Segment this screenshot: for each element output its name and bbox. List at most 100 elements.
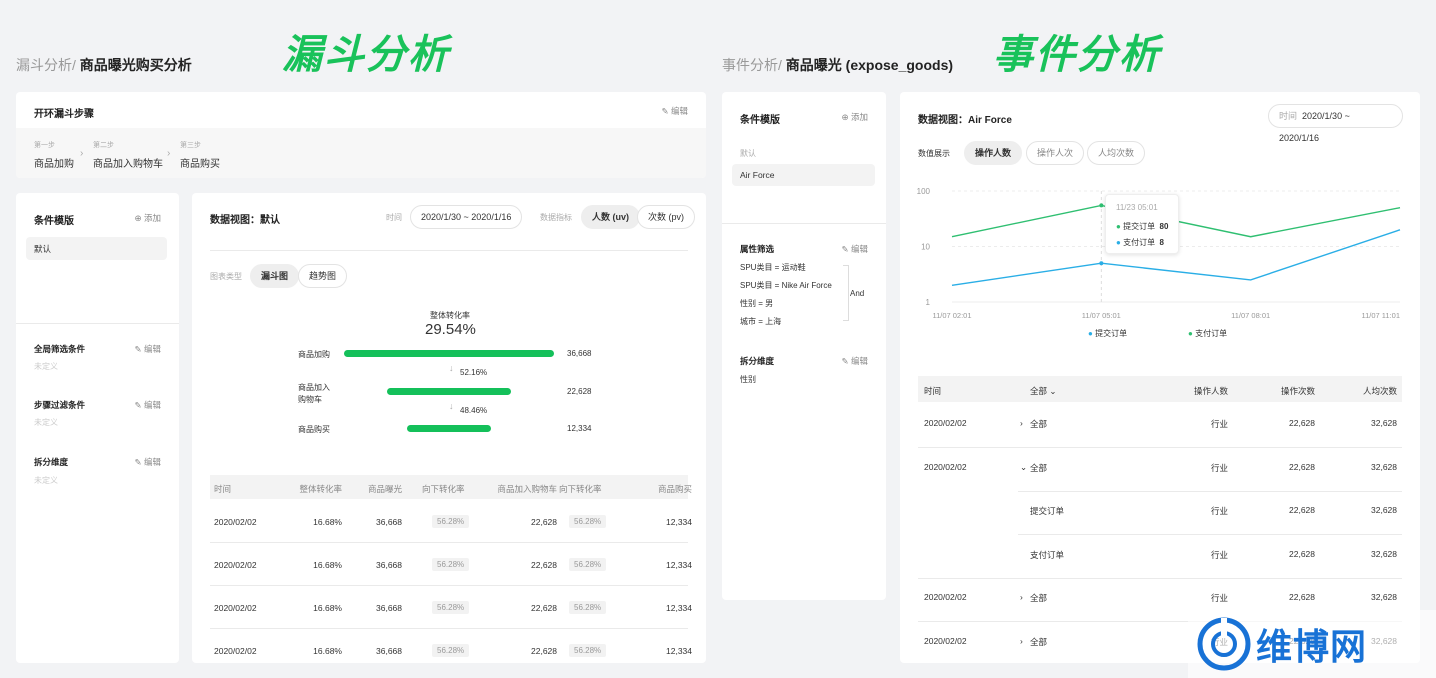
table-cell: 16.68%: [313, 646, 342, 656]
chevron-right-icon: ›: [1020, 592, 1023, 602]
table-cell: 36,668: [376, 603, 402, 613]
split-dimension-edit[interactable]: ✎ 编辑: [134, 456, 161, 468]
global-filter-edit[interactable]: ✎ 编辑: [134, 343, 161, 355]
and-toggle[interactable]: And: [850, 289, 864, 298]
time-range-picker[interactable]: 时间 2020/1/30 ~ 2020/1/16: [1268, 104, 1403, 143]
right-sidebar: 条件模版 ⊕ 添加 默认 Air Force 属性筛选 ✎ 编辑 SPU类目 =…: [722, 92, 886, 600]
breadcrumb-parent[interactable]: 漏斗分析/: [16, 57, 76, 73]
divider: [210, 250, 688, 251]
table-cell: 提交订单: [1030, 506, 1065, 516]
table-cell: 2020/02/02: [214, 560, 257, 570]
table-cell: 行业: [1210, 462, 1228, 473]
step-filter-edit[interactable]: ✎ 编辑: [134, 399, 161, 411]
chevron-right-icon: ›: [1020, 635, 1023, 646]
step-1[interactable]: 第一步 商品加购: [34, 140, 74, 170]
chart-type-trend[interactable]: 趋势图: [298, 264, 348, 288]
metric-uv-button[interactable]: 人数 (uv): [581, 205, 640, 229]
table-cell: 时间: [214, 484, 232, 494]
metric-label: 数据指标: [540, 213, 572, 222]
table-row[interactable]: [918, 535, 1402, 578]
template-selected-item[interactable]: Air Force: [732, 164, 875, 186]
tab-operations[interactable]: 操作人次: [1026, 141, 1085, 165]
table-cell: 16.68%: [313, 560, 342, 570]
plus-circle-icon: ⊕: [134, 213, 142, 223]
funnel-label: 商品加购: [298, 350, 330, 359]
chevron-down-icon: ⌄: [1020, 461, 1028, 472]
rate-chip: 56.28%: [432, 558, 470, 571]
legend-item[interactable]: ● 提交订单: [1088, 328, 1127, 339]
template-title: 条件模版: [34, 216, 74, 227]
hover-point: [1099, 261, 1104, 266]
time-range-picker[interactable]: 2020/1/30 ~ 2020/1/16: [410, 205, 523, 229]
table-cell: 12,334: [666, 560, 692, 570]
template-add-button[interactable]: ⊕ 添加: [841, 111, 868, 123]
funnel-bar: [407, 425, 491, 432]
table-row[interactable]: [918, 448, 1402, 491]
table-row[interactable]: [918, 491, 1402, 534]
split-dimension-value: 未定义: [34, 476, 58, 485]
funnel-value: 12,334: [567, 424, 592, 433]
overall-conversion-value: 29.54%: [425, 321, 476, 338]
table-cell: 2020/02/02: [924, 418, 967, 428]
table-cell: 行业: [1210, 549, 1228, 560]
tab-avg-count[interactable]: 人均次数: [1087, 141, 1146, 165]
rate-chip: 56.28%: [569, 558, 607, 571]
chart-type-funnel[interactable]: 漏斗图: [250, 264, 300, 288]
attr-condition[interactable]: 性别 = 男: [740, 298, 773, 309]
chevron-right-icon: ›: [80, 148, 84, 159]
chart-type-label: 图表类型: [210, 272, 242, 281]
table-cell: 32,628: [1371, 461, 1397, 472]
split-dimension-value: 性别: [740, 375, 756, 384]
table-cell: 36,668: [376, 560, 402, 570]
rate-chip: 56.28%: [432, 644, 470, 657]
table-cell: 22,628: [1289, 418, 1315, 428]
funnel-bar: [387, 388, 511, 395]
template-default-item[interactable]: 默认: [740, 148, 756, 159]
y-tick-label: 100: [917, 187, 931, 196]
row-divider: [210, 585, 688, 586]
table-cell: 支付订单: [1030, 549, 1065, 560]
step-2[interactable]: 第二步 商品加入购物车: [93, 140, 163, 170]
template-default-item[interactable]: 默认: [26, 237, 167, 260]
attr-condition[interactable]: 城市 = 上海: [740, 316, 781, 327]
split-dimension-edit[interactable]: ✎ 编辑: [841, 355, 868, 367]
metric-pv-button[interactable]: 次数 (pv): [637, 205, 696, 229]
right-main-panel: 数据视图：Air Force 时间 2020/1/30 ~ 2020/1/16 …: [900, 92, 1420, 663]
step-3[interactable]: 第三步 商品购买: [180, 140, 220, 170]
split-dimension-title: 拆分维度: [740, 356, 775, 366]
table-cell: 12,334: [666, 646, 692, 656]
breadcrumb-current: 商品曝光 (expose_goods): [785, 57, 954, 73]
legend-item[interactable]: ● 支付订单: [1188, 328, 1227, 339]
watermark-text: 维博网: [1256, 626, 1368, 667]
table-cell: 商品加入购物车: [497, 484, 557, 494]
tab-operators[interactable]: 操作人数: [964, 141, 1023, 165]
funnel-label: 商品加入 购物车: [298, 383, 330, 404]
table-header: [918, 376, 1402, 402]
col-header-filter[interactable]: 全部 ⌄: [1030, 385, 1057, 397]
steps-edit-button[interactable]: ✎ 编辑: [661, 105, 688, 117]
global-filter-title: 全局筛选条件: [34, 344, 86, 354]
table-cell: 36,668: [376, 646, 402, 656]
table-cell: 2020/02/02: [924, 461, 967, 472]
edit-icon: ✎: [661, 106, 669, 116]
rate-chip: 56.28%: [569, 644, 607, 657]
table-cell: 32,628: [1371, 505, 1397, 515]
data-view-title: 数据视图：Air Force: [918, 115, 1012, 126]
breadcrumb-parent[interactable]: 事件分析/: [722, 57, 782, 73]
edit-icon: ✎: [841, 356, 849, 366]
divider: [722, 223, 886, 224]
attr-condition[interactable]: SPU类目 = Nike Air Force: [740, 280, 832, 291]
row-divider: [210, 628, 688, 629]
dot-icon: ●: [1088, 329, 1093, 338]
overall-conversion-label: 整体转化率: [430, 311, 470, 320]
attr-condition[interactable]: SPU类目 = 运动鞋: [740, 262, 806, 273]
attr-filter-edit[interactable]: ✎ 编辑: [841, 243, 868, 255]
breadcrumb: 漏斗分析/ 商品曝光购买分析: [16, 55, 192, 75]
table-cell: 全部: [1030, 593, 1048, 603]
left-main-panel: 数据视图：默认 时间 2020/1/30 ~ 2020/1/16 数据指标 人数…: [192, 193, 706, 663]
funnel-label: 商品购买: [298, 425, 330, 434]
template-add-button[interactable]: ⊕ 添加: [134, 212, 161, 224]
table-row[interactable]: [918, 404, 1402, 447]
event-analysis-heading: 事件分析: [993, 32, 1161, 78]
table-cell: 全部: [1030, 636, 1048, 647]
